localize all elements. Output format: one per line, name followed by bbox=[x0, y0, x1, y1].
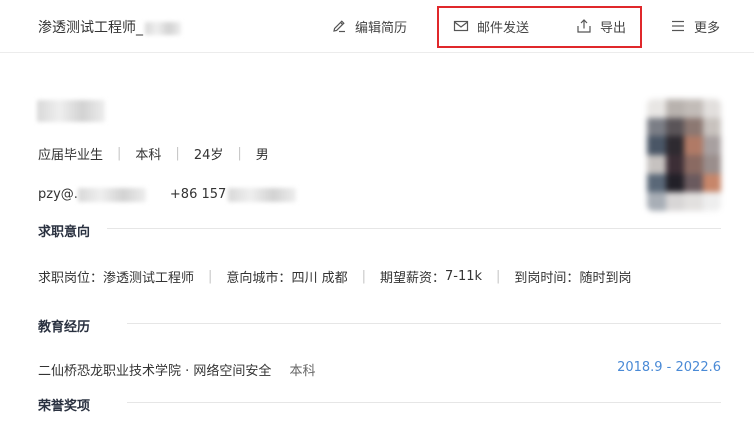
job-intent-row: 求职岗位： 渗透测试工程师 | 意向城市： 四川 成都 | 期望薪资： 7-11… bbox=[38, 267, 631, 286]
section-divider bbox=[127, 323, 721, 324]
redacted-full-name bbox=[37, 100, 105, 122]
phone: +86 157 bbox=[169, 187, 227, 202]
section-divider bbox=[107, 228, 721, 229]
city-label: 意向城市： bbox=[226, 271, 292, 286]
degree: 本科 bbox=[135, 148, 162, 163]
redacted-email bbox=[77, 187, 146, 202]
top-bar: 渗透测试工程师_ 编辑简历 邮件发送 导出 更多 bbox=[0, 0, 754, 53]
gender: 男 bbox=[255, 148, 269, 163]
section-title-intent: 求职意向 bbox=[38, 225, 91, 240]
divider: | bbox=[361, 269, 366, 284]
age: 24岁 bbox=[193, 148, 224, 163]
menu-icon bbox=[672, 20, 684, 32]
resume-title: 渗透测试工程师_ bbox=[38, 17, 181, 37]
salary-value: 7-11k bbox=[444, 269, 483, 284]
email: pzy@. bbox=[38, 187, 78, 202]
arrival-value: 随时到岗 bbox=[579, 271, 632, 286]
section-title-education: 教育经历 bbox=[38, 320, 91, 335]
more-label: 更多 bbox=[694, 20, 721, 36]
school-major: 二仙桥恐龙职业技术学院 · 网络空间安全 bbox=[38, 364, 272, 379]
resume-title-text: 渗透测试工程师_ bbox=[38, 20, 143, 36]
contact-row: pzy@. +86 157 bbox=[38, 187, 297, 202]
grad-status: 应届毕业生 bbox=[38, 148, 104, 163]
edit-resume-button[interactable]: 编辑简历 bbox=[331, 16, 407, 36]
divider: | bbox=[496, 269, 501, 284]
section-title-honors: 荣誉奖项 bbox=[38, 399, 91, 414]
divider: | bbox=[175, 146, 180, 161]
salary-label: 期望薪资： bbox=[379, 271, 445, 286]
divider: | bbox=[208, 269, 213, 284]
position-label: 求职岗位： bbox=[38, 271, 104, 286]
education-item: 二仙桥恐龙职业技术学院 · 网络空间安全 本科 bbox=[38, 360, 316, 379]
section-divider bbox=[127, 402, 721, 403]
city-value: 四川 成都 bbox=[291, 271, 348, 286]
highlight-annotation-box bbox=[437, 6, 642, 48]
divider: | bbox=[117, 146, 122, 161]
more-button[interactable]: 更多 bbox=[670, 16, 720, 36]
education-period: 2018.9 - 2022.6 bbox=[617, 360, 721, 375]
edit-resume-label: 编辑简历 bbox=[355, 20, 408, 36]
redacted-name bbox=[145, 21, 181, 35]
redacted-phone bbox=[228, 187, 297, 202]
arrival-label: 到岗时间： bbox=[514, 271, 580, 286]
education-degree: 本科 bbox=[289, 364, 316, 379]
profile-photo bbox=[647, 99, 721, 211]
divider: | bbox=[237, 146, 242, 161]
pencil-icon bbox=[333, 20, 345, 33]
basic-info-row: 应届毕业生 | 本科 | 24岁 | 男 bbox=[38, 144, 269, 163]
position-value: 渗透测试工程师 bbox=[103, 271, 195, 286]
